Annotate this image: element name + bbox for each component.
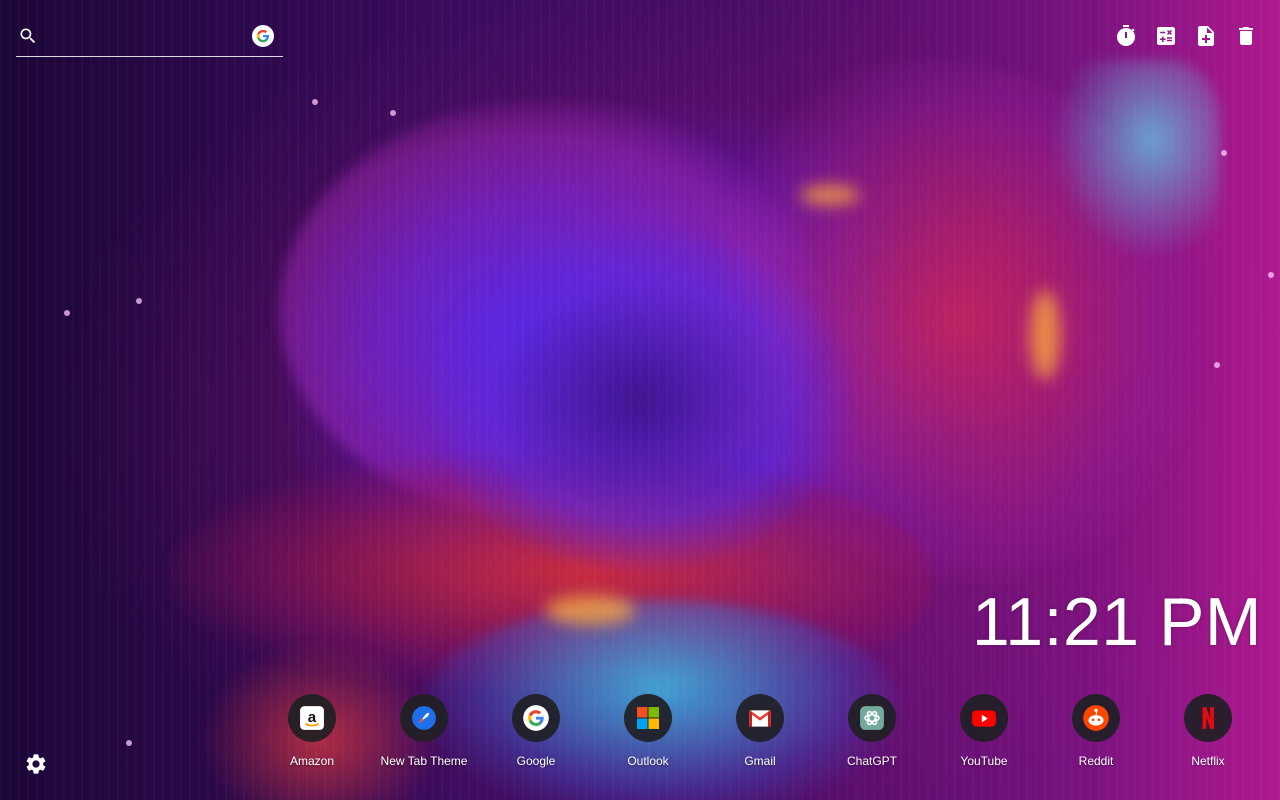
trash-icon[interactable] [1234, 24, 1258, 48]
wallpaper-sparkle [126, 740, 132, 746]
background-wallpaper [0, 0, 1280, 800]
search-input[interactable] [52, 24, 246, 52]
shortcut-netflix[interactable]: Netflix [1152, 694, 1264, 774]
netflix-icon [1184, 694, 1232, 742]
search-icon[interactable] [18, 26, 38, 46]
shortcut-label: Gmail [744, 754, 776, 768]
shortcut-label: Google [516, 754, 556, 768]
shortcut-google[interactable]: Google [480, 694, 592, 774]
shortcut-chatgpt[interactable]: ChatGPT [816, 694, 928, 774]
microsoft-icon [624, 694, 672, 742]
wallpaper-sparkle [64, 310, 70, 316]
reddit-icon [1072, 694, 1120, 742]
youtube-icon [960, 694, 1008, 742]
search-bar [16, 20, 283, 57]
wallpaper-sparkle [136, 298, 142, 304]
shortcut-reddit[interactable]: Reddit [1040, 694, 1152, 774]
shortcut-youtube[interactable]: YouTube [928, 694, 1040, 774]
shortcut-label: YouTube [960, 754, 1008, 768]
shortcut-gmail[interactable]: Gmail [704, 694, 816, 774]
shortcut-label: Outlook [627, 754, 669, 768]
chatgpt-icon [848, 694, 896, 742]
wallpaper-sparkle [1221, 150, 1227, 156]
shortcuts-dock: a Amazon New Tab Theme Google Outlook Gm… [256, 694, 1264, 774]
google-icon [512, 694, 560, 742]
timer-icon[interactable] [1114, 24, 1138, 48]
wallpaper-sparkle [312, 99, 318, 105]
shortcut-label: Reddit [1078, 754, 1114, 768]
calculator-icon[interactable] [1154, 24, 1178, 48]
google-icon[interactable] [252, 25, 274, 47]
clock: 11:21 PM [971, 584, 1262, 660]
new-note-icon[interactable] [1194, 24, 1218, 48]
new-tab-theme-icon [400, 694, 448, 742]
shortcut-new-tab-theme[interactable]: New Tab Theme [368, 694, 480, 774]
svg-text:a: a [308, 709, 317, 726]
shortcut-label: ChatGPT [846, 754, 897, 768]
shortcut-amazon[interactable]: a Amazon [256, 694, 368, 774]
toolbar [1114, 24, 1258, 48]
wallpaper-sparkle [1214, 362, 1220, 368]
gear-icon[interactable] [24, 752, 48, 776]
wallpaper-streaks [0, 0, 1280, 800]
gmail-icon [736, 694, 784, 742]
shortcut-outlook[interactable]: Outlook [592, 694, 704, 774]
shortcut-label: New Tab Theme [380, 754, 468, 768]
wallpaper-sparkle [1268, 272, 1274, 278]
shortcut-label: Amazon [289, 754, 335, 768]
wallpaper-sparkle [390, 110, 396, 116]
amazon-icon: a [288, 694, 336, 742]
shortcut-label: Netflix [1191, 754, 1225, 768]
